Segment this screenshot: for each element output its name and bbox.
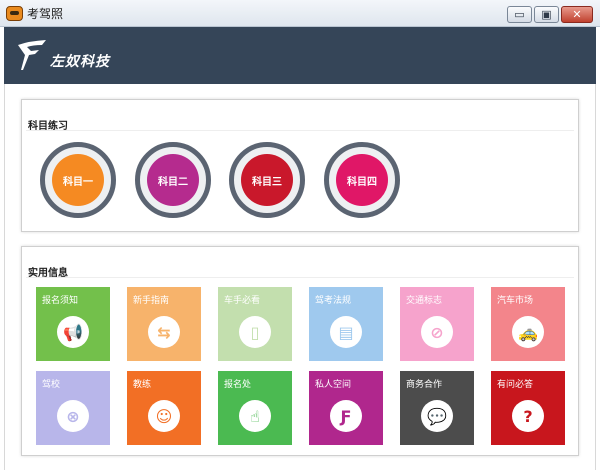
tile-label: 商务合作: [406, 380, 443, 390]
brand-logo-icon: [18, 40, 46, 70]
subject-practice-panel: 科目练习 科目一 科目二 科目三 科目四: [21, 99, 579, 232]
subject-label: 科目三: [241, 154, 293, 206]
app-car-icon: [6, 6, 23, 21]
subject-label: 科目四: [336, 154, 388, 206]
info-tile-10[interactable]: 私人空间 Ƒ: [309, 371, 383, 445]
subject-button-3[interactable]: 科目三: [229, 142, 305, 218]
logo-icon: Ƒ: [330, 400, 362, 432]
brand-name: 左奴科技: [50, 54, 110, 70]
divider: [26, 277, 574, 278]
tile-label: 教练: [133, 380, 152, 390]
info-tile-6[interactable]: 汽车市场 🚕: [491, 287, 565, 361]
info-tile-4[interactable]: 驾考法规 ▤: [309, 287, 383, 361]
hand-pointer-icon: ☝: [239, 400, 271, 432]
info-tile-5[interactable]: 交通标志 ⊘: [400, 287, 474, 361]
divider: [26, 130, 574, 131]
subject-label: 科目一: [52, 154, 104, 206]
tile-label: 有问必答: [497, 380, 534, 390]
info-tile-2[interactable]: 新手指南 ⇆: [127, 287, 201, 361]
minimize-button[interactable]: ▭: [507, 6, 532, 23]
subject-button-1[interactable]: 科目一: [40, 142, 116, 218]
tile-label: 驾校: [42, 380, 61, 390]
tile-label: 报名处: [224, 380, 252, 390]
window-title: 考驾照: [27, 7, 64, 21]
tile-label: 汽车市场: [497, 296, 534, 306]
info-tile-12[interactable]: 有问必答?: [491, 371, 565, 445]
no-parking-icon: ⊘: [421, 316, 453, 348]
tile-label: 私人空间: [315, 380, 352, 390]
brand-header: 左奴科技: [4, 27, 596, 84]
subject-button-2[interactable]: 科目二: [135, 142, 211, 218]
close-button[interactable]: ✕: [561, 6, 593, 23]
subject-label: 科目二: [147, 154, 199, 206]
window-titlebar: 考驾照 ▭ ▣ ✕: [0, 0, 600, 27]
tile-label: 车手必看: [224, 296, 261, 306]
subject-button-4[interactable]: 科目四: [324, 142, 400, 218]
signpost-icon: ⇆: [148, 316, 180, 348]
info-tile-1[interactable]: 报名须知 📢: [36, 287, 110, 361]
megaphone-icon: 📢: [57, 316, 89, 348]
question-icon: ?: [512, 400, 544, 432]
tile-label: 报名须知: [42, 296, 79, 306]
tile-label: 驾考法规: [315, 296, 352, 306]
maximize-button[interactable]: ▣: [534, 6, 559, 23]
info-tile-7[interactable]: 驾校 ⊗: [36, 371, 110, 445]
steering-wheel-icon: ⊗: [57, 400, 89, 432]
book-icon: ▯: [239, 316, 271, 348]
person-icon: ☺: [148, 400, 180, 432]
info-tile-8[interactable]: 教练 ☺: [127, 371, 201, 445]
info-tile-11[interactable]: 商务合作 💬: [400, 371, 474, 445]
info-tile-9[interactable]: 报名处 ☝: [218, 371, 292, 445]
tile-label: 交通标志: [406, 296, 443, 306]
tile-label: 新手指南: [133, 296, 170, 306]
useful-info-panel: 实用信息 报名须知 📢 新手指南 ⇆ 车手必看 ▯ 驾考法规 ▤ 交通标志 ⊘ 汽车市场 🚕 驾校 ⊗ 教练…: [21, 246, 579, 456]
document-icon: ▤: [330, 316, 362, 348]
info-tile-3[interactable]: 车手必看 ▯: [218, 287, 292, 361]
taxi-icon: 🚕: [512, 316, 544, 348]
chat-icon: 💬: [421, 400, 453, 432]
